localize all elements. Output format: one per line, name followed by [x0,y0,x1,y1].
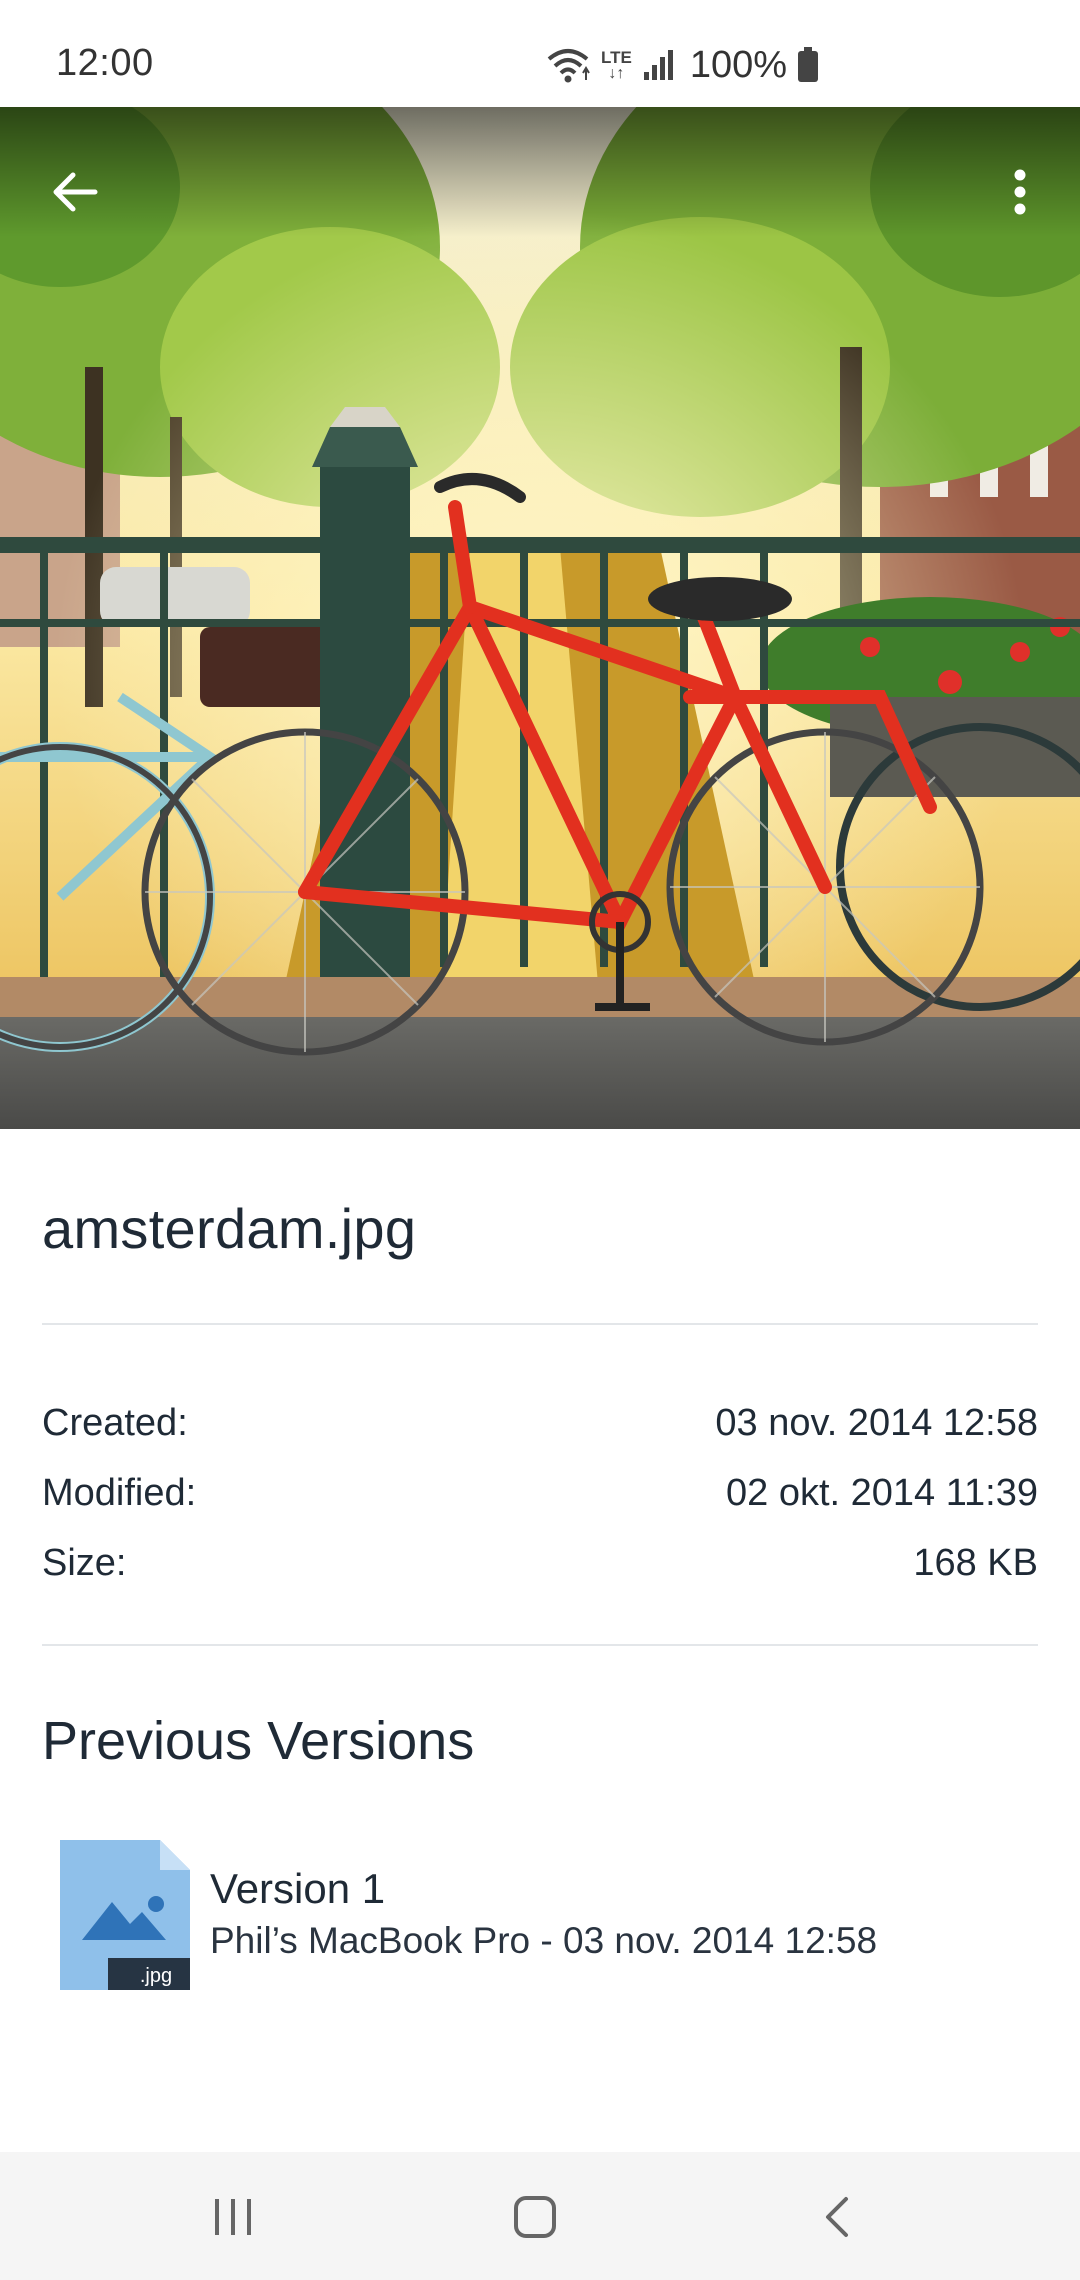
detail-label: Modified: [42,1471,197,1514]
more-vertical-icon [1014,169,1026,215]
home-button[interactable] [480,2182,590,2252]
detail-row-size: Size: 168 KB [42,1528,1038,1598]
file-name: amsterdam.jpg [42,1197,417,1260]
recents-button[interactable] [178,2182,288,2252]
status-time: 12:00 [56,42,154,84]
detail-label: Size: [42,1541,127,1584]
image-file-icon: .jpg [60,1840,190,1990]
more-options-button[interactable] [990,157,1050,227]
network-type: LTE [601,47,632,67]
detail-value: 168 KB [913,1541,1038,1584]
recents-icon [215,2199,251,2235]
arrow-left-icon [53,172,98,212]
detail-value: 03 nov. 2014 12:58 [715,1401,1038,1444]
version-title: Version 1 [210,1865,386,1912]
nav-back-button[interactable] [782,2182,892,2252]
detail-label: Created: [42,1401,188,1444]
signal-icon [643,50,673,80]
system-nav-bar [0,2152,1080,2280]
lte-icon: LTE ↓↑ [601,47,632,82]
divider [42,1644,1038,1646]
status-bar: 12:00 LTE ↓↑ 100% [0,0,1080,107]
photo-top-shade [0,107,1080,237]
battery-icon [798,47,819,82]
file-details: Created: 03 nov. 2014 12:58 Modified: 02… [42,1388,1038,1598]
amsterdam-photo [0,107,1080,1129]
detail-row-created: Created: 03 nov. 2014 12:58 [42,1388,1038,1458]
home-icon [514,2196,556,2238]
battery-percent: 100% [689,43,788,86]
detail-row-modified: Modified: 02 okt. 2014 11:39 [42,1458,1038,1528]
status-icons: LTE ↓↑ 100% [545,40,819,90]
version-list-item[interactable]: .jpg Version 1 Phil’s MacBook Pro - 03 n… [42,1830,1038,2000]
detail-value: 02 okt. 2014 11:39 [726,1471,1038,1514]
file-extension: .jpg [140,1965,172,1987]
previous-versions-title: Previous Versions [42,1711,475,1771]
version-subtitle: Phil’s MacBook Pro - 03 nov. 2014 12:58 [210,1920,878,1961]
divider [42,1323,1038,1325]
photo-preview[interactable] [0,107,1080,1129]
back-chevron-icon [826,2197,848,2237]
back-button[interactable] [40,157,110,227]
wifi-icon [547,49,590,83]
